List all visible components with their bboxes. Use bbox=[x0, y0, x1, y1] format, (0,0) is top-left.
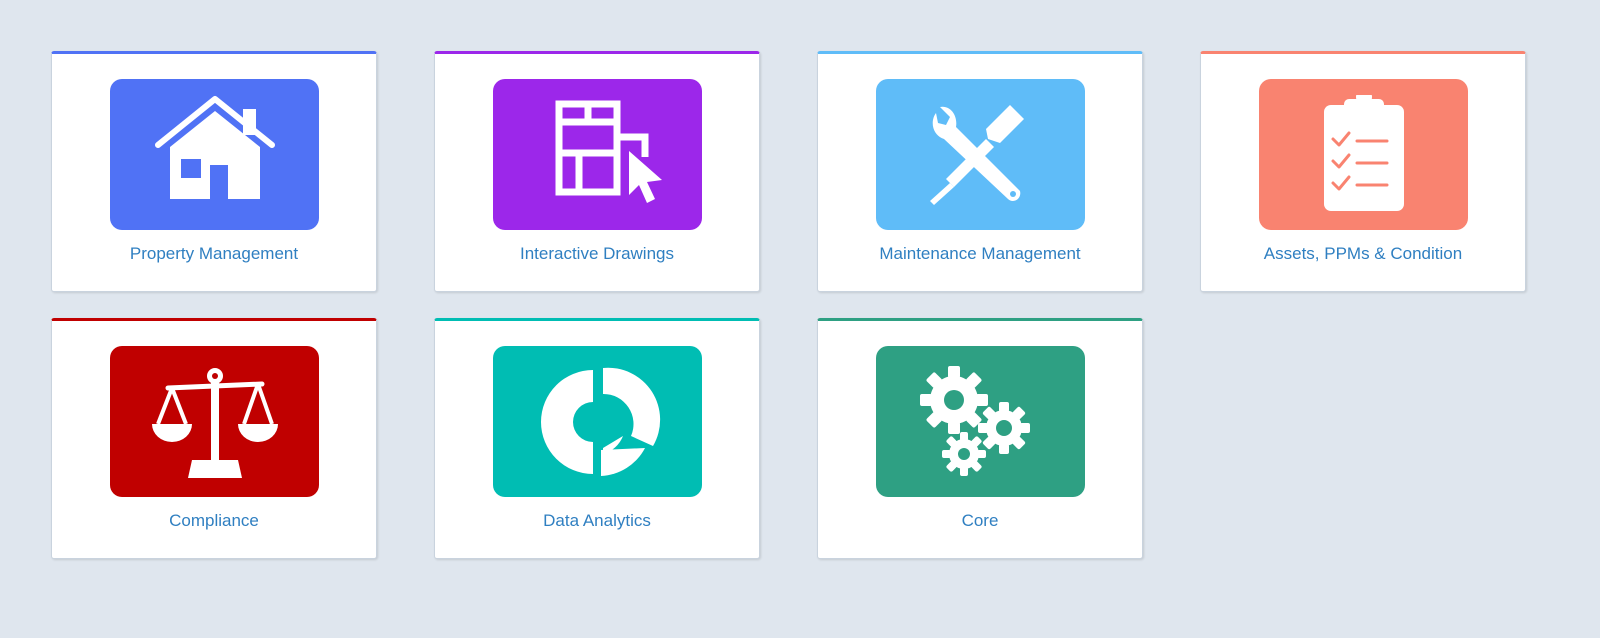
module-card-interactive-drawings[interactable]: Interactive Drawings bbox=[434, 51, 760, 292]
module-tile bbox=[493, 346, 702, 497]
clipboard-checklist-icon bbox=[1323, 94, 1404, 211]
module-tile bbox=[1259, 79, 1468, 230]
donut-chart-icon bbox=[540, 367, 660, 476]
module-label: Maintenance Management bbox=[879, 244, 1081, 263]
module-label: Core bbox=[961, 511, 999, 530]
module-tile bbox=[493, 79, 702, 230]
module-label: Compliance bbox=[169, 511, 259, 530]
module-label: Interactive Drawings bbox=[519, 244, 674, 263]
module-tile bbox=[110, 346, 319, 497]
module-card-property-management[interactable]: Property Management bbox=[51, 51, 377, 292]
module-card-compliance[interactable]: Compliance bbox=[51, 318, 377, 559]
module-label: Assets, PPMs & Condition bbox=[1263, 244, 1463, 263]
house-icon bbox=[154, 95, 275, 199]
module-card-core[interactable]: Core bbox=[817, 318, 1143, 559]
module-card-assets-ppms-condition[interactable]: Assets, PPMs & Condition bbox=[1200, 51, 1526, 292]
module-tile bbox=[876, 79, 1085, 230]
floorplan-cursor-icon bbox=[555, 100, 662, 203]
module-card-maintenance-management[interactable]: Maintenance Management bbox=[817, 51, 1143, 292]
gears-icon bbox=[919, 365, 1030, 476]
module-label: Data Analytics bbox=[543, 511, 651, 530]
wrench-screwdriver-icon bbox=[929, 104, 1024, 205]
module-tile bbox=[110, 79, 319, 230]
module-tile bbox=[876, 346, 1085, 497]
module-card-data-analytics[interactable]: Data Analytics bbox=[434, 318, 760, 559]
module-label: Property Management bbox=[129, 244, 299, 263]
scales-icon bbox=[151, 367, 278, 478]
